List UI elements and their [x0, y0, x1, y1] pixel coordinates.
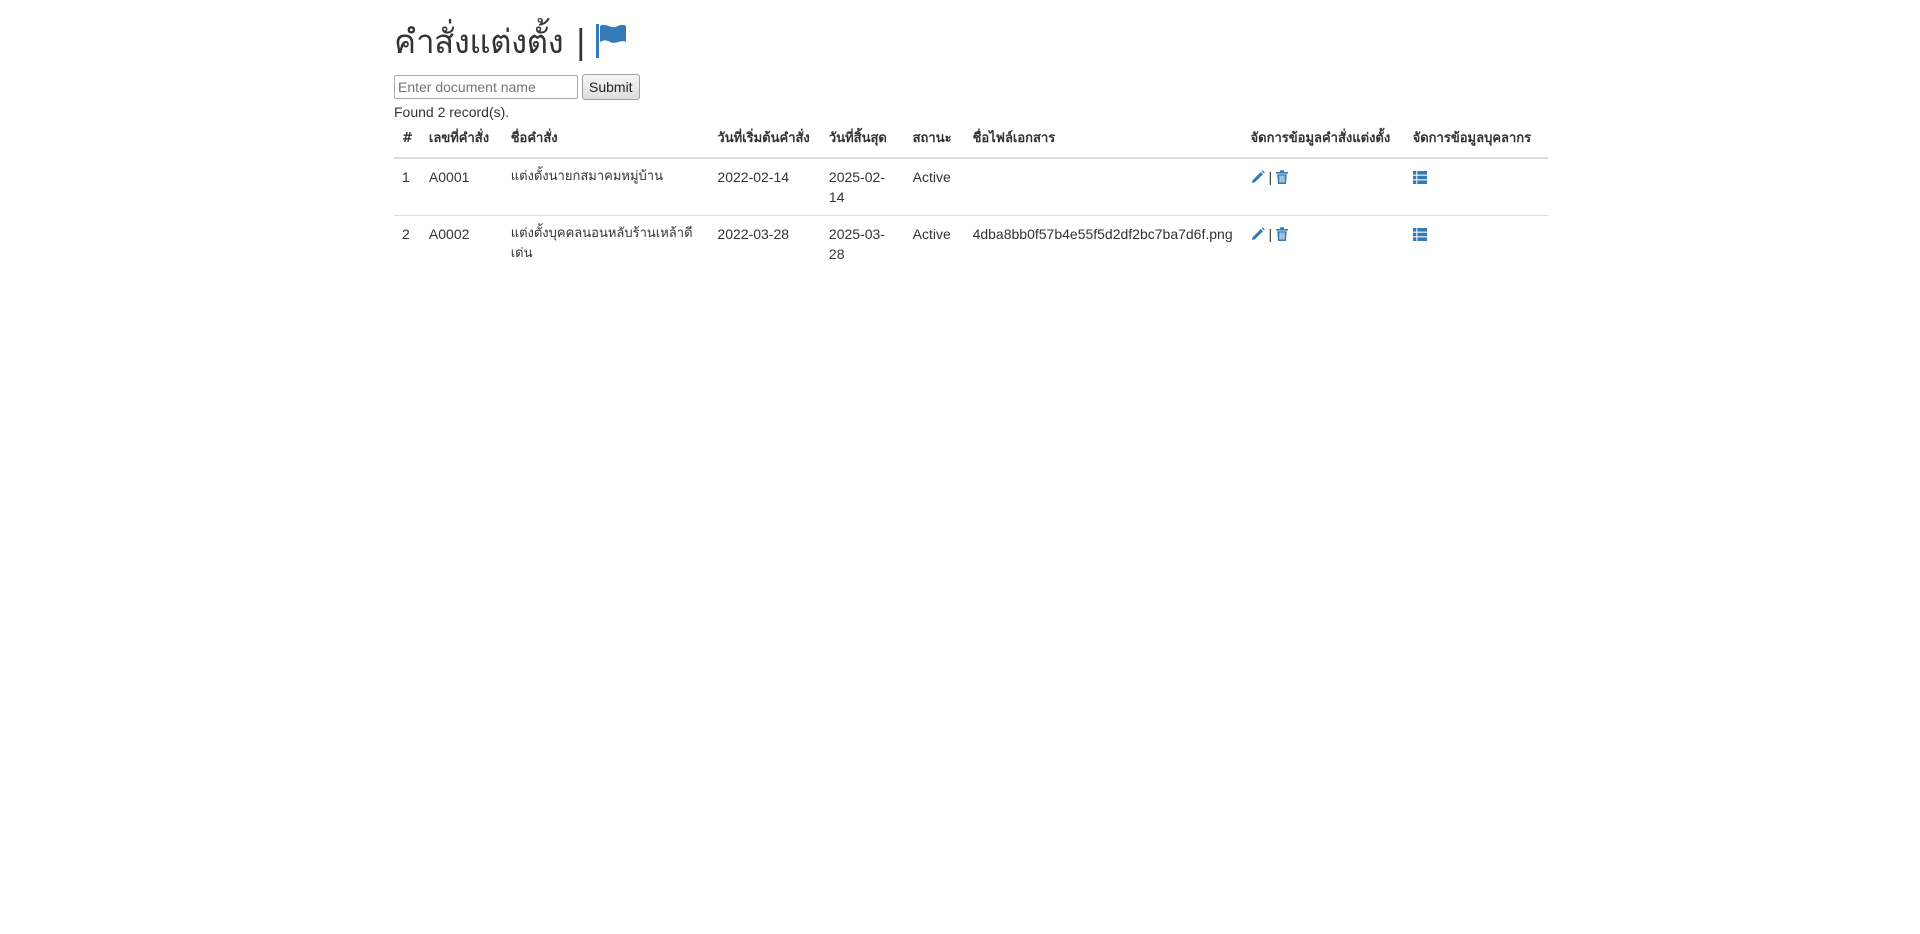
pencil-icon[interactable] — [1251, 226, 1265, 246]
action-separator: | — [1268, 226, 1273, 242]
page: คำสั่งแต่งตั้ง | Submit Found 2 record(s… — [394, 0, 1550, 272]
column-header-order-name: ชื่อคำสั่ง — [502, 121, 710, 159]
column-header-number: # — [394, 121, 421, 159]
column-header-file-name: ชื่อไฟล์เอกสาร — [964, 121, 1243, 159]
column-header-order-code: เลขที่คำสั่ง — [420, 121, 503, 159]
end-date: 2025-02-14 — [828, 169, 885, 205]
order-actions: | — [1242, 215, 1405, 272]
list-icon[interactable] — [1412, 169, 1427, 189]
table-header-row: # เลขที่คำสั่ง ชื่อคำสั่ง วันที่เริ่มต้น… — [394, 121, 1548, 159]
flag-icon[interactable] — [594, 22, 628, 58]
list-icon[interactable] — [1412, 226, 1427, 246]
status: Active — [912, 169, 951, 185]
title-separator: | — [575, 22, 587, 61]
submit-button[interactable]: Submit — [582, 74, 640, 100]
order-actions: | — [1243, 158, 1405, 216]
table-row: 2 A0002 แต่งตั้งบุคคลนอนหลับร้านเหล้าดีเ… — [394, 215, 1548, 272]
orders-table: # เลขที่คำสั่ง ชื่อคำสั่ง วันที่เริ่มต้น… — [394, 121, 1548, 272]
record-count: Found 2 record(s). — [394, 104, 510, 120]
order-name: แต่งตั้งบุคคลนอนหลับร้านเหล้าดีเด่น — [502, 215, 710, 272]
staff-actions — [1404, 215, 1548, 272]
order-code: A0002 — [420, 215, 503, 272]
column-header-status: สถานะ — [904, 121, 965, 159]
order-code: A0001 — [428, 169, 470, 185]
order-name: แต่งตั้งนายกสมาคมหมู่บ้าน — [510, 169, 663, 184]
row-number: 2 — [394, 215, 421, 272]
table-row: 1 A0001 แต่งตั้งนายกสมาคมหมู่บ้าน 2022-0… — [394, 158, 1548, 216]
document-name-input[interactable] — [394, 75, 578, 99]
end-date: 2025-03-28 — [820, 215, 905, 272]
trash-icon[interactable] — [1276, 169, 1289, 189]
status: Active — [904, 215, 965, 272]
column-header-start-date: วันที่เริ่มต้นคำสั่ง — [709, 121, 821, 159]
page-title: คำสั่งแต่งตั้ง — [394, 22, 564, 61]
action-separator: | — [1268, 169, 1273, 185]
search-form: Submit — [394, 74, 1550, 100]
staff-actions — [1405, 158, 1548, 216]
trash-icon[interactable] — [1276, 226, 1289, 246]
file-name[interactable]: 4dba8bb0f57b4e55f5d2df2bc7ba7d6f.png — [964, 215, 1243, 272]
column-header-manage-order: จัดการข้อมูลคำสั่งแต่งตั้ง — [1242, 121, 1405, 159]
file-name — [965, 158, 1243, 216]
start-date: 2022-02-14 — [717, 169, 790, 185]
start-date: 2022-03-28 — [709, 215, 821, 272]
row-number: 1 — [402, 169, 410, 185]
column-header-end-date: วันที่สิ้นสุด — [820, 121, 905, 159]
column-header-manage-staff: จัดการข้อมูลบุคลากร — [1404, 121, 1548, 159]
pencil-icon[interactable] — [1251, 169, 1265, 189]
page-header: คำสั่งแต่งตั้ง | — [394, 20, 1550, 64]
